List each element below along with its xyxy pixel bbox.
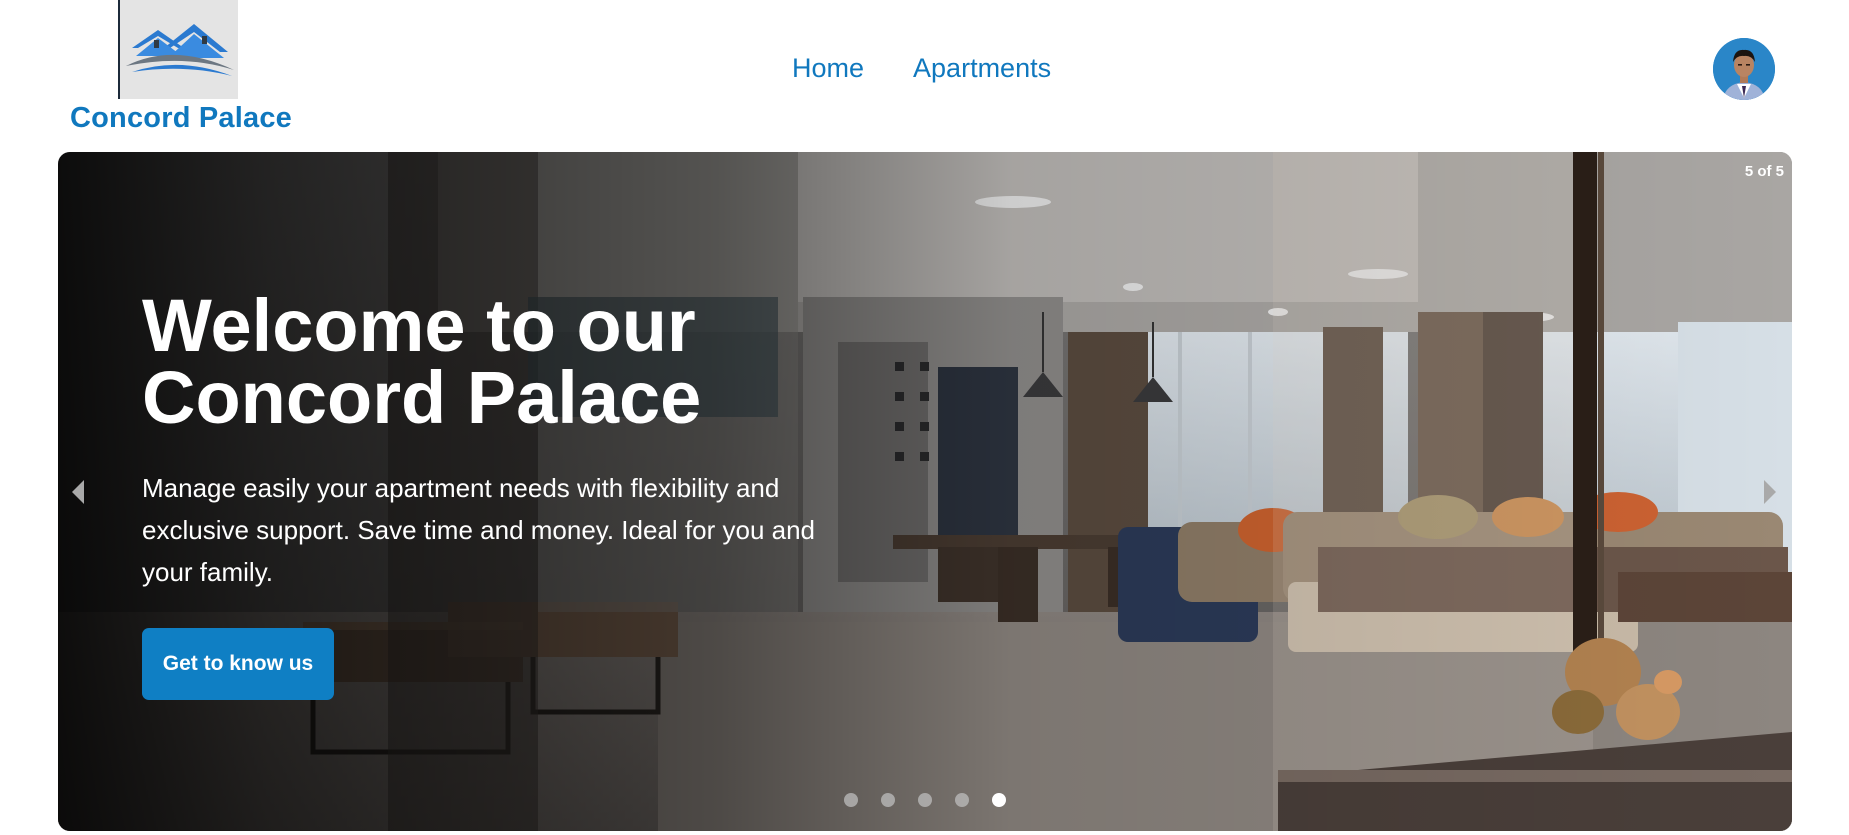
hero-carousel: 5 of 5 Welcome to our Concord Palace Man… <box>58 152 1792 831</box>
nav-apartments-link[interactable]: Apartments <box>913 53 1051 84</box>
previous-slide-button[interactable] <box>63 472 93 512</box>
slide-dot-1[interactable] <box>844 793 858 807</box>
slide-dot-3[interactable] <box>918 793 932 807</box>
user-avatar[interactable] <box>1713 38 1775 100</box>
hero-description: Manage easily your apartment needs with … <box>142 473 816 587</box>
user-photo-icon <box>1713 38 1775 100</box>
nav-home-link[interactable]: Home <box>792 53 864 84</box>
logo[interactable] <box>118 0 238 99</box>
slide-dot-2[interactable] <box>881 793 895 807</box>
hero-title: Welcome to our Concord Palace <box>142 284 702 439</box>
chevron-left-icon <box>72 480 84 504</box>
chevron-right-icon <box>1764 480 1776 504</box>
slide-indicators <box>844 793 1006 807</box>
house-logo-icon <box>126 24 234 76</box>
slide-dot-5[interactable] <box>992 793 1006 807</box>
get-to-know-us-button[interactable]: Get to know us <box>142 628 334 700</box>
next-slide-button[interactable] <box>1755 472 1785 512</box>
slide-counter: 5 of 5 <box>1744 163 1784 180</box>
brand-name[interactable]: Concord Palace <box>70 102 292 135</box>
site-header: Concord Palace Home Apartments <box>0 0 1849 152</box>
slide-dot-4[interactable] <box>955 793 969 807</box>
main-nav: Home Apartments <box>792 53 1051 84</box>
